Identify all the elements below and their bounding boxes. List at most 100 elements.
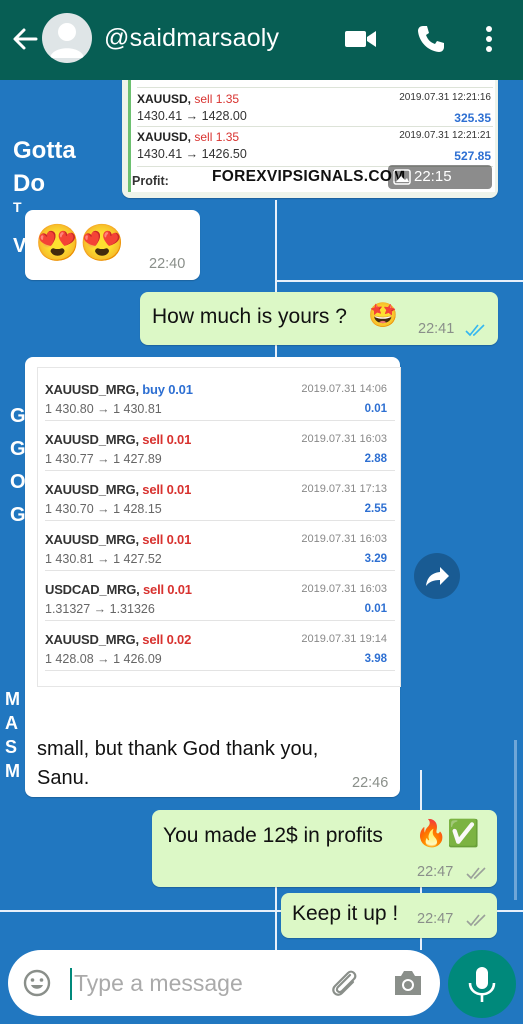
trade-profit: 2.55 [364, 503, 387, 515]
message-input[interactable]: Type a message [74, 970, 243, 997]
message-time: 22:47 [417, 911, 454, 927]
trade-symbol: XAUUSD_MRG, [45, 532, 139, 547]
video-call-icon[interactable] [344, 26, 378, 57]
trade-symbol: XAUUSD_MRG, [45, 382, 139, 397]
trade-header: USDCAD_MRG, sell 0.01 [45, 582, 192, 597]
text-cursor [70, 968, 72, 1000]
trade-prices: 1430.41 → 1426.50 [137, 147, 247, 161]
trade-row: XAUUSD_MRG, buy 0.01 1 430.80 → 1 430.81… [45, 371, 395, 421]
message-time: 22:41 [418, 321, 455, 337]
trade-side: sell 0.01 [142, 532, 192, 547]
trade-side: sell 0.01 [142, 432, 192, 447]
wallpaper-line [275, 280, 523, 282]
message-caption: small, but thank God thank you, [37, 738, 319, 760]
trade-row: XAUUSD_MRG, sell 0.02 1 428.08 → 1 426.0… [45, 621, 395, 671]
trade-profit: 3.29 [364, 553, 387, 565]
trade-profit: 0.01 [364, 403, 387, 415]
message-time: 22:46 [352, 775, 389, 791]
heart-eyes-emoji: 😍😍 [35, 222, 125, 263]
trade-symbol: XAUUSD_MRG, [45, 432, 139, 447]
trade-side: sell 0.02 [142, 632, 192, 647]
avatar[interactable] [42, 13, 92, 63]
scrollbar[interactable] [514, 740, 517, 900]
message-outgoing[interactable]: How much is yours ? 🤩 22:41 [140, 292, 498, 345]
trade-profit: 325.35 [454, 111, 491, 125]
emoji-icon[interactable] [22, 968, 52, 998]
message-text: You made 12$ in profits [163, 824, 383, 847]
attach-icon[interactable] [328, 966, 360, 1000]
wallpaper-text: G [10, 405, 26, 427]
read-ticks-icon [465, 324, 485, 337]
forward-icon [426, 567, 449, 586]
trade-symbol: XAUUSD_MRG, [45, 632, 139, 647]
fire-check-emoji: 🔥✅ [415, 818, 480, 848]
trade-side: buy 0.01 [142, 382, 193, 397]
trade-row: XAUUSD_MRG, sell 0.01 1 430.77 → 1 427.8… [45, 421, 395, 471]
trade-header: XAUUSD_MRG, sell 0.01 [45, 432, 191, 447]
message-incoming[interactable]: 😍😍 22:40 [25, 210, 200, 280]
back-arrow-icon[interactable] [10, 22, 40, 56]
trade-row: USDCAD_MRG, sell 0.01 1.31327 → 1.31326 … [45, 571, 395, 621]
trade-symbol: XAUUSD, [137, 92, 192, 106]
trade-datetime: 2019.07.31 14:06 [301, 383, 387, 395]
trade-row: XAUUSD_MRG, sell 0.01 1 430.81 → 1 427.5… [45, 521, 395, 571]
message-time: 22:47 [417, 864, 454, 880]
trade-side: sell 1.35 [194, 130, 240, 144]
wallpaper-text: M [5, 689, 20, 709]
message-text: Keep it up ! [292, 902, 399, 925]
trade-row: XAUUSD, sell 1.35 2019.07.31 12:21:21 14… [137, 130, 493, 163]
wallpaper-text: G [10, 438, 26, 460]
trade-datetime: 2019.07.31 16:03 [301, 533, 387, 545]
trade-row-cut [137, 80, 493, 86]
trade-symbol: XAUUSD, [137, 130, 192, 144]
trade-side: sell 0.01 [143, 582, 192, 597]
wallpaper-text: S [5, 737, 18, 757]
image-time-overlay: 22:15 [388, 165, 492, 189]
wallpaper-text: Do [13, 170, 45, 197]
trade-prices: 1 428.08 → 1 426.09 [45, 652, 162, 666]
wallpaper-text: Gotta [13, 137, 76, 164]
trade-profit: 2.88 [364, 453, 387, 465]
divider [45, 670, 395, 671]
trade-header: XAUUSD_MRG, sell 0.01 [45, 532, 191, 547]
chat-header: @saidmarsaoly [0, 0, 523, 80]
trade-datetime: 2019.07.31 12:21:16 [399, 92, 491, 103]
trade-symbol: USDCAD_MRG, [45, 582, 140, 597]
trade-profit: 3.98 [364, 653, 387, 665]
message-outgoing[interactable]: You made 12$ in profits 🔥✅ 22:47 [152, 810, 497, 887]
divider [137, 126, 493, 127]
image-icon [393, 169, 411, 185]
mic-icon [468, 967, 496, 1002]
image-time: 22:15 [414, 168, 452, 185]
wallpaper-text: G [10, 504, 26, 526]
phone-call-icon[interactable] [416, 24, 446, 59]
delivered-ticks-icon [466, 867, 486, 880]
trade-header: XAUUSD_MRG, sell 0.01 [45, 482, 191, 497]
trade-datetime: 2019.07.31 16:03 [301, 583, 387, 595]
more-options-icon[interactable] [482, 24, 496, 59]
message-outgoing[interactable]: Keep it up ! 22:47 [281, 893, 497, 938]
trade-header: XAUUSD_MRG, buy 0.01 [45, 382, 193, 397]
trade-datetime: 2019.07.31 17:13 [301, 483, 387, 495]
watermark: FOREXVIPSIGNALS.COM [212, 168, 406, 185]
star-struck-emoji: 🤩 [368, 302, 398, 329]
message-caption: Sanu. [37, 767, 90, 789]
trade-prices: 1 430.80 → 1 430.81 [45, 402, 162, 416]
divider [137, 87, 493, 88]
trade-row: XAUUSD_MRG, sell 0.01 1 430.70 → 1 428.1… [45, 471, 395, 521]
mic-button[interactable] [448, 950, 516, 1018]
trade-profit: 527.85 [454, 149, 491, 163]
contact-name[interactable]: @saidmarsaoly [104, 24, 279, 53]
trade-prices: 1 430.70 → 1 428.15 [45, 502, 162, 516]
trade-row: XAUUSD, sell 1.35 2019.07.31 12:21:16 14… [137, 92, 493, 125]
trade-history-image: XAUUSD_MRG, buy 0.01 1 430.80 → 1 430.81… [25, 357, 401, 797]
trade-prices: 1 430.77 → 1 427.89 [45, 452, 162, 466]
camera-icon[interactable] [392, 968, 424, 998]
wallpaper-text: T [13, 199, 22, 215]
forward-button[interactable] [414, 553, 460, 599]
trade-prices: 1.31327 → 1.31326 [45, 602, 155, 616]
delivered-ticks-icon [466, 914, 486, 927]
trade-profit: 0.01 [364, 603, 387, 615]
trade-header: XAUUSD_MRG, sell 0.02 [45, 632, 191, 647]
message-text: How much is yours ? [152, 305, 347, 328]
